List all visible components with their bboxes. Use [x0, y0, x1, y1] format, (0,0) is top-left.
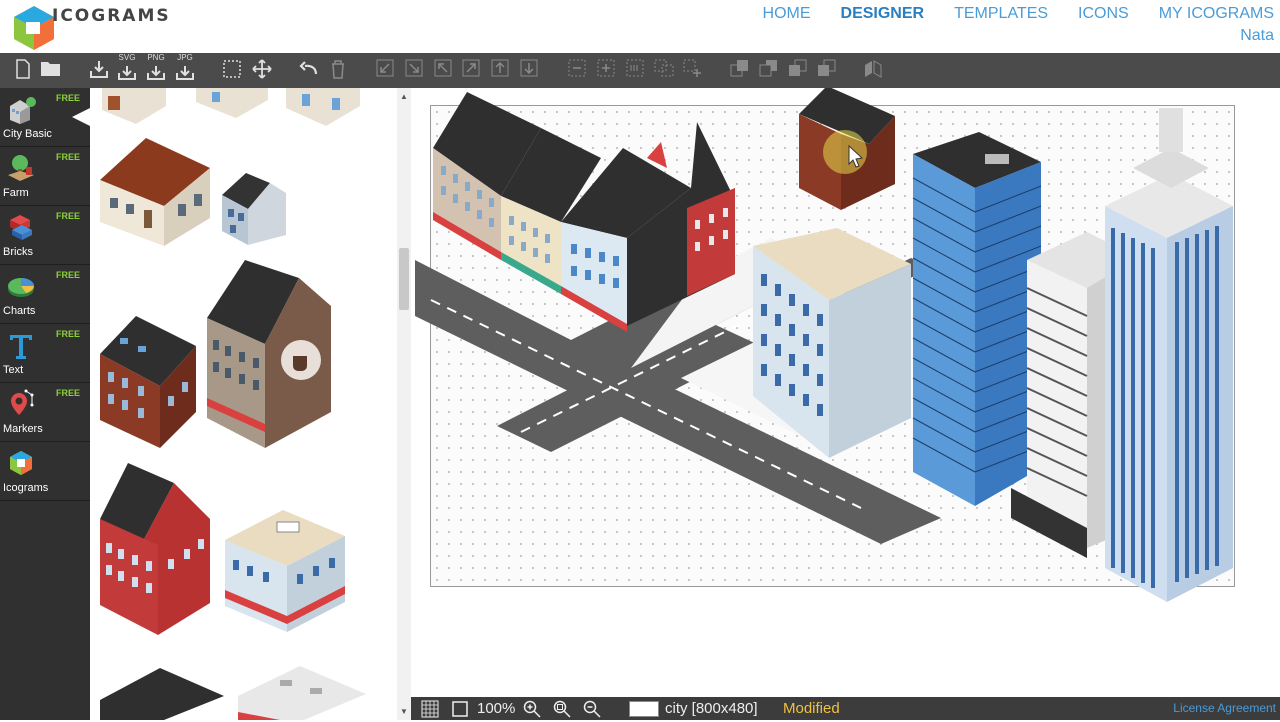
- zoom-out-icon[interactable]: [583, 700, 601, 722]
- export-svg-button[interactable]: SVG: [116, 54, 138, 81]
- nav-designer[interactable]: DESIGNER: [841, 5, 925, 23]
- select-icon[interactable]: [221, 59, 243, 81]
- nav-templates[interactable]: TEMPLATES: [954, 5, 1048, 23]
- document-name: city [800x480]: [665, 700, 758, 717]
- actual-size-icon[interactable]: [624, 59, 646, 81]
- move-down-icon[interactable]: [518, 59, 540, 81]
- background-color-swatch[interactable]: [629, 701, 659, 717]
- category-farm[interactable]: FREE Farm: [0, 147, 90, 206]
- farm-icon: [8, 155, 34, 181]
- main-nav: HOME DESIGNER TEMPLATES ICONS MY ICOGRAM…: [763, 5, 1274, 23]
- free-badge: FREE: [55, 211, 80, 221]
- icograms-icon: [10, 451, 32, 475]
- category-label: Icograms: [3, 482, 49, 494]
- category-markers[interactable]: FREE Markers: [0, 383, 90, 442]
- move-front-left-icon[interactable]: [432, 59, 454, 81]
- skyscraper-spire: [1159, 108, 1183, 152]
- library-scrollbar[interactable]: ▲ ▼: [397, 88, 411, 720]
- category-city-basic[interactable]: FREE City Basic: [0, 88, 90, 147]
- move-back-right-icon[interactable]: [403, 59, 425, 81]
- export-png-button[interactable]: PNG: [145, 54, 167, 81]
- nav-home[interactable]: HOME: [763, 5, 811, 23]
- free-badge: FREE: [55, 270, 80, 280]
- bricks-icon: [10, 215, 32, 240]
- skyscraper-top: [1133, 148, 1209, 188]
- grid-toggle-icon[interactable]: [421, 700, 439, 722]
- ungroup-icon[interactable]: [682, 59, 704, 81]
- move-back-left-icon[interactable]: [374, 59, 396, 81]
- layer-top-icon[interactable]: [816, 59, 838, 81]
- layer-down-icon[interactable]: [758, 59, 780, 81]
- logo-text: ICOGRAMS: [52, 6, 171, 26]
- license-agreement-link[interactable]: License Agreement: [1173, 701, 1276, 715]
- new-document-icon[interactable]: [12, 59, 34, 81]
- group-icon[interactable]: [653, 59, 675, 81]
- city-basic-icon: [10, 97, 36, 124]
- layer-up-icon[interactable]: [787, 59, 809, 81]
- canvas-area[interactable]: [411, 88, 1280, 697]
- open-folder-icon[interactable]: [40, 59, 62, 81]
- category-bricks[interactable]: FREE Bricks: [0, 206, 90, 265]
- zoom-in-selection-icon[interactable]: [595, 59, 617, 81]
- category-sidebar: FREE City Basic FREE Farm FREE Bricks FR…: [0, 88, 90, 720]
- zoom-out-selection-icon[interactable]: [566, 59, 588, 81]
- markers-icon: [11, 389, 34, 415]
- move-icon[interactable]: [251, 59, 273, 81]
- category-label: Text: [3, 364, 24, 376]
- icon-library: [90, 88, 397, 720]
- free-badge: FREE: [55, 152, 80, 162]
- category-charts[interactable]: FREE Charts: [0, 265, 90, 324]
- category-label: Markers: [3, 423, 43, 435]
- library-item-red-townhouse[interactable]: [98, 463, 213, 638]
- export-jpg-button[interactable]: JPG: [174, 54, 196, 81]
- delete-icon[interactable]: [327, 59, 349, 81]
- nav-icons[interactable]: ICONS: [1078, 5, 1129, 23]
- category-label: Charts: [3, 305, 36, 317]
- free-badge: FREE: [55, 388, 80, 398]
- library-item-brick-house[interactable]: [98, 316, 198, 451]
- library-item-beige-shop[interactable]: [223, 510, 348, 635]
- selected-arrow-icon: [72, 108, 90, 126]
- move-front-right-icon[interactable]: [460, 59, 482, 81]
- scroll-up-icon[interactable]: ▲: [400, 92, 408, 101]
- text-icon: [10, 335, 32, 359]
- user-name[interactable]: Nata: [1240, 27, 1274, 45]
- frame-toggle-icon[interactable]: [451, 700, 469, 722]
- nav-my-icograms[interactable]: MY ICOGRAMS: [1159, 5, 1274, 23]
- category-icograms[interactable]: Icograms: [0, 442, 90, 501]
- tower-roof-unit: [985, 154, 1009, 164]
- scroll-thumb[interactable]: [399, 248, 409, 310]
- toolbar: SVG PNG JPG: [0, 53, 1280, 88]
- charts-icon: [8, 278, 34, 297]
- category-label: Bricks: [3, 246, 33, 258]
- free-badge: FREE: [55, 329, 80, 339]
- category-label: City Basic: [3, 128, 52, 140]
- zoom-in-icon[interactable]: [523, 700, 541, 722]
- category-label: Farm: [3, 187, 29, 199]
- scroll-down-icon[interactable]: ▼: [400, 707, 408, 716]
- library-item-partial-buildings[interactable]: [100, 666, 370, 720]
- zoom-fit-icon[interactable]: [553, 700, 571, 722]
- library-item-coffee-shop[interactable]: [205, 260, 335, 450]
- status-bar: 100% city [800x480] Modified License Agr…: [411, 697, 1280, 720]
- layer-bottom-icon[interactable]: [729, 59, 751, 81]
- library-item-house-partial[interactable]: [96, 88, 366, 128]
- save-icon[interactable]: [88, 59, 110, 81]
- zoom-level: 100%: [477, 700, 516, 717]
- document-state: Modified: [783, 700, 840, 717]
- city-scene[interactable]: [411, 88, 1280, 697]
- free-badge: FREE: [55, 93, 80, 103]
- category-text[interactable]: FREE Text: [0, 324, 90, 383]
- undo-icon[interactable]: [297, 59, 319, 81]
- hover-highlight: [823, 130, 867, 174]
- flip-icon[interactable]: [862, 59, 884, 81]
- library-item-brown-roof-house[interactable]: [98, 138, 213, 248]
- library-item-small-gray-house[interactable]: [220, 173, 288, 248]
- move-up-icon[interactable]: [489, 59, 511, 81]
- header: ICOGRAMS HOME DESIGNER TEMPLATES ICONS M…: [0, 0, 1280, 53]
